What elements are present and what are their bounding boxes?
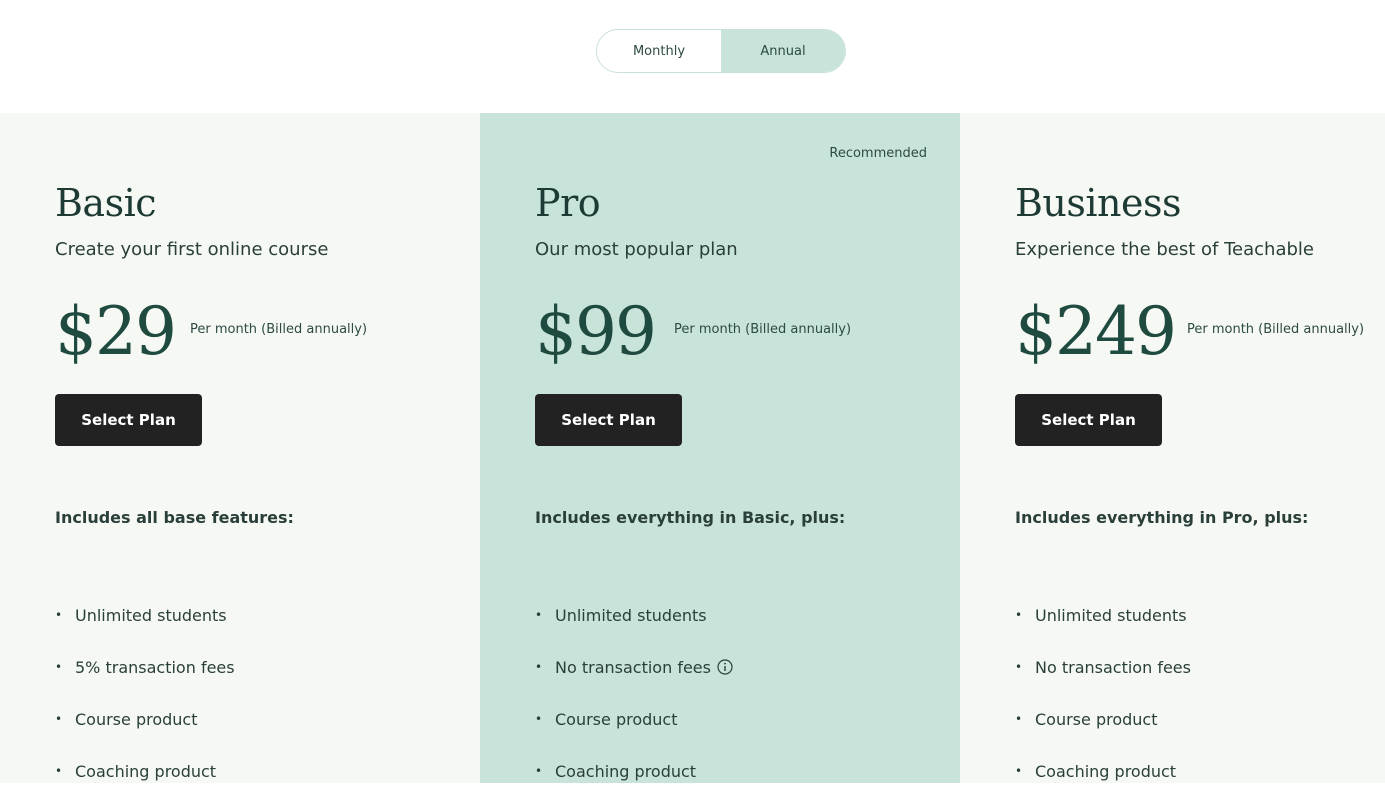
feature-label: Course product (75, 709, 198, 729)
plan-tagline: Experience the best of Teachable (1015, 239, 1314, 260)
bullet-icon: • (55, 660, 63, 674)
info-icon[interactable] (717, 659, 733, 675)
feature-label: Unlimited students (75, 605, 227, 625)
includes-heading: Includes everything in Basic, plus: (535, 508, 846, 527)
recommended-badge: Recommended (829, 146, 927, 161)
bullet-icon: • (535, 660, 543, 674)
plan-tagline: Create your first online course (55, 239, 329, 260)
bullet-icon: • (1015, 712, 1023, 726)
feature-label: Unlimited students (555, 605, 707, 625)
bullet-icon: • (535, 712, 543, 726)
plan-price: $99 (535, 293, 657, 370)
bullet-icon: • (535, 764, 543, 778)
feature-label: No transaction fees (555, 657, 711, 677)
plan-tagline: Our most popular plan (535, 239, 738, 260)
select-plan-button[interactable]: Select Plan (535, 394, 682, 446)
plan-price: $29 (55, 293, 177, 370)
bullet-icon: • (1015, 764, 1023, 778)
select-plan-button[interactable]: Select Plan (55, 394, 202, 446)
price-note: Per month (Billed annually) (674, 322, 852, 337)
feature-list: • Unlimited students • 5% transaction fees… (55, 589, 235, 797)
includes-heading: Includes everything in Pro, plus: (1015, 508, 1309, 527)
feature-item: • Unlimited students (55, 589, 235, 641)
feature-list: • Unlimited students • No transaction fees… (1015, 589, 1191, 797)
feature-item: • Course product (1015, 693, 1191, 745)
feature-item: • Coaching product (535, 745, 733, 797)
feature-item: • Unlimited students (1015, 589, 1191, 641)
select-plan-button[interactable]: Select Plan (1015, 394, 1162, 446)
feature-label: Coaching product (555, 761, 697, 781)
feature-label: Course product (555, 709, 678, 729)
feature-list: • Unlimited students • No transaction fees… (535, 589, 733, 797)
feature-item: • Coaching product (1015, 745, 1191, 797)
plan-card-business: Business Experience the best of Teachabl… (960, 113, 1385, 783)
feature-label: No transaction fees (1035, 657, 1191, 677)
feature-label: Coaching product (75, 761, 217, 781)
plan-name: Basic (55, 181, 157, 225)
bullet-icon: • (535, 608, 543, 622)
bullet-icon: • (55, 608, 63, 622)
feature-item: • Unlimited students (535, 589, 733, 641)
feature-label: 5% transaction fees (75, 657, 235, 677)
feature-label: Unlimited students (1035, 605, 1187, 625)
annual-toggle-option[interactable]: Annual (721, 30, 845, 72)
feature-label: Coaching product (1035, 761, 1177, 781)
plan-price: $249 (1015, 293, 1177, 370)
pricing-plans: Basic Create your first online course $2… (0, 113, 1385, 783)
price-note: Per month (Billed annually) (190, 322, 368, 337)
feature-item: • 5% transaction fees (55, 641, 235, 693)
feature-item: • Coaching product (55, 745, 235, 797)
billing-toggle: Monthly Annual (596, 29, 846, 73)
includes-heading: Includes all base features: (55, 508, 294, 527)
feature-item: • Course product (55, 693, 235, 745)
plan-name: Pro (535, 181, 601, 225)
plan-name: Business (1015, 181, 1182, 225)
feature-item: • Course product (535, 693, 733, 745)
plan-card-basic: Basic Create your first online course $2… (0, 113, 480, 783)
bullet-icon: • (1015, 608, 1023, 622)
price-note: Per month (Billed annually) (1187, 322, 1365, 337)
bullet-icon: • (1015, 660, 1023, 674)
plan-card-pro: Recommended Pro Our most popular plan $9… (480, 113, 960, 783)
feature-item: • No transaction fees (535, 641, 733, 693)
feature-label: Course product (1035, 709, 1158, 729)
bullet-icon: • (55, 764, 63, 778)
bullet-icon: • (55, 712, 63, 726)
top-bar: Monthly Annual (0, 0, 1385, 113)
feature-item: • No transaction fees (1015, 641, 1191, 693)
monthly-toggle-option[interactable]: Monthly (597, 30, 721, 72)
